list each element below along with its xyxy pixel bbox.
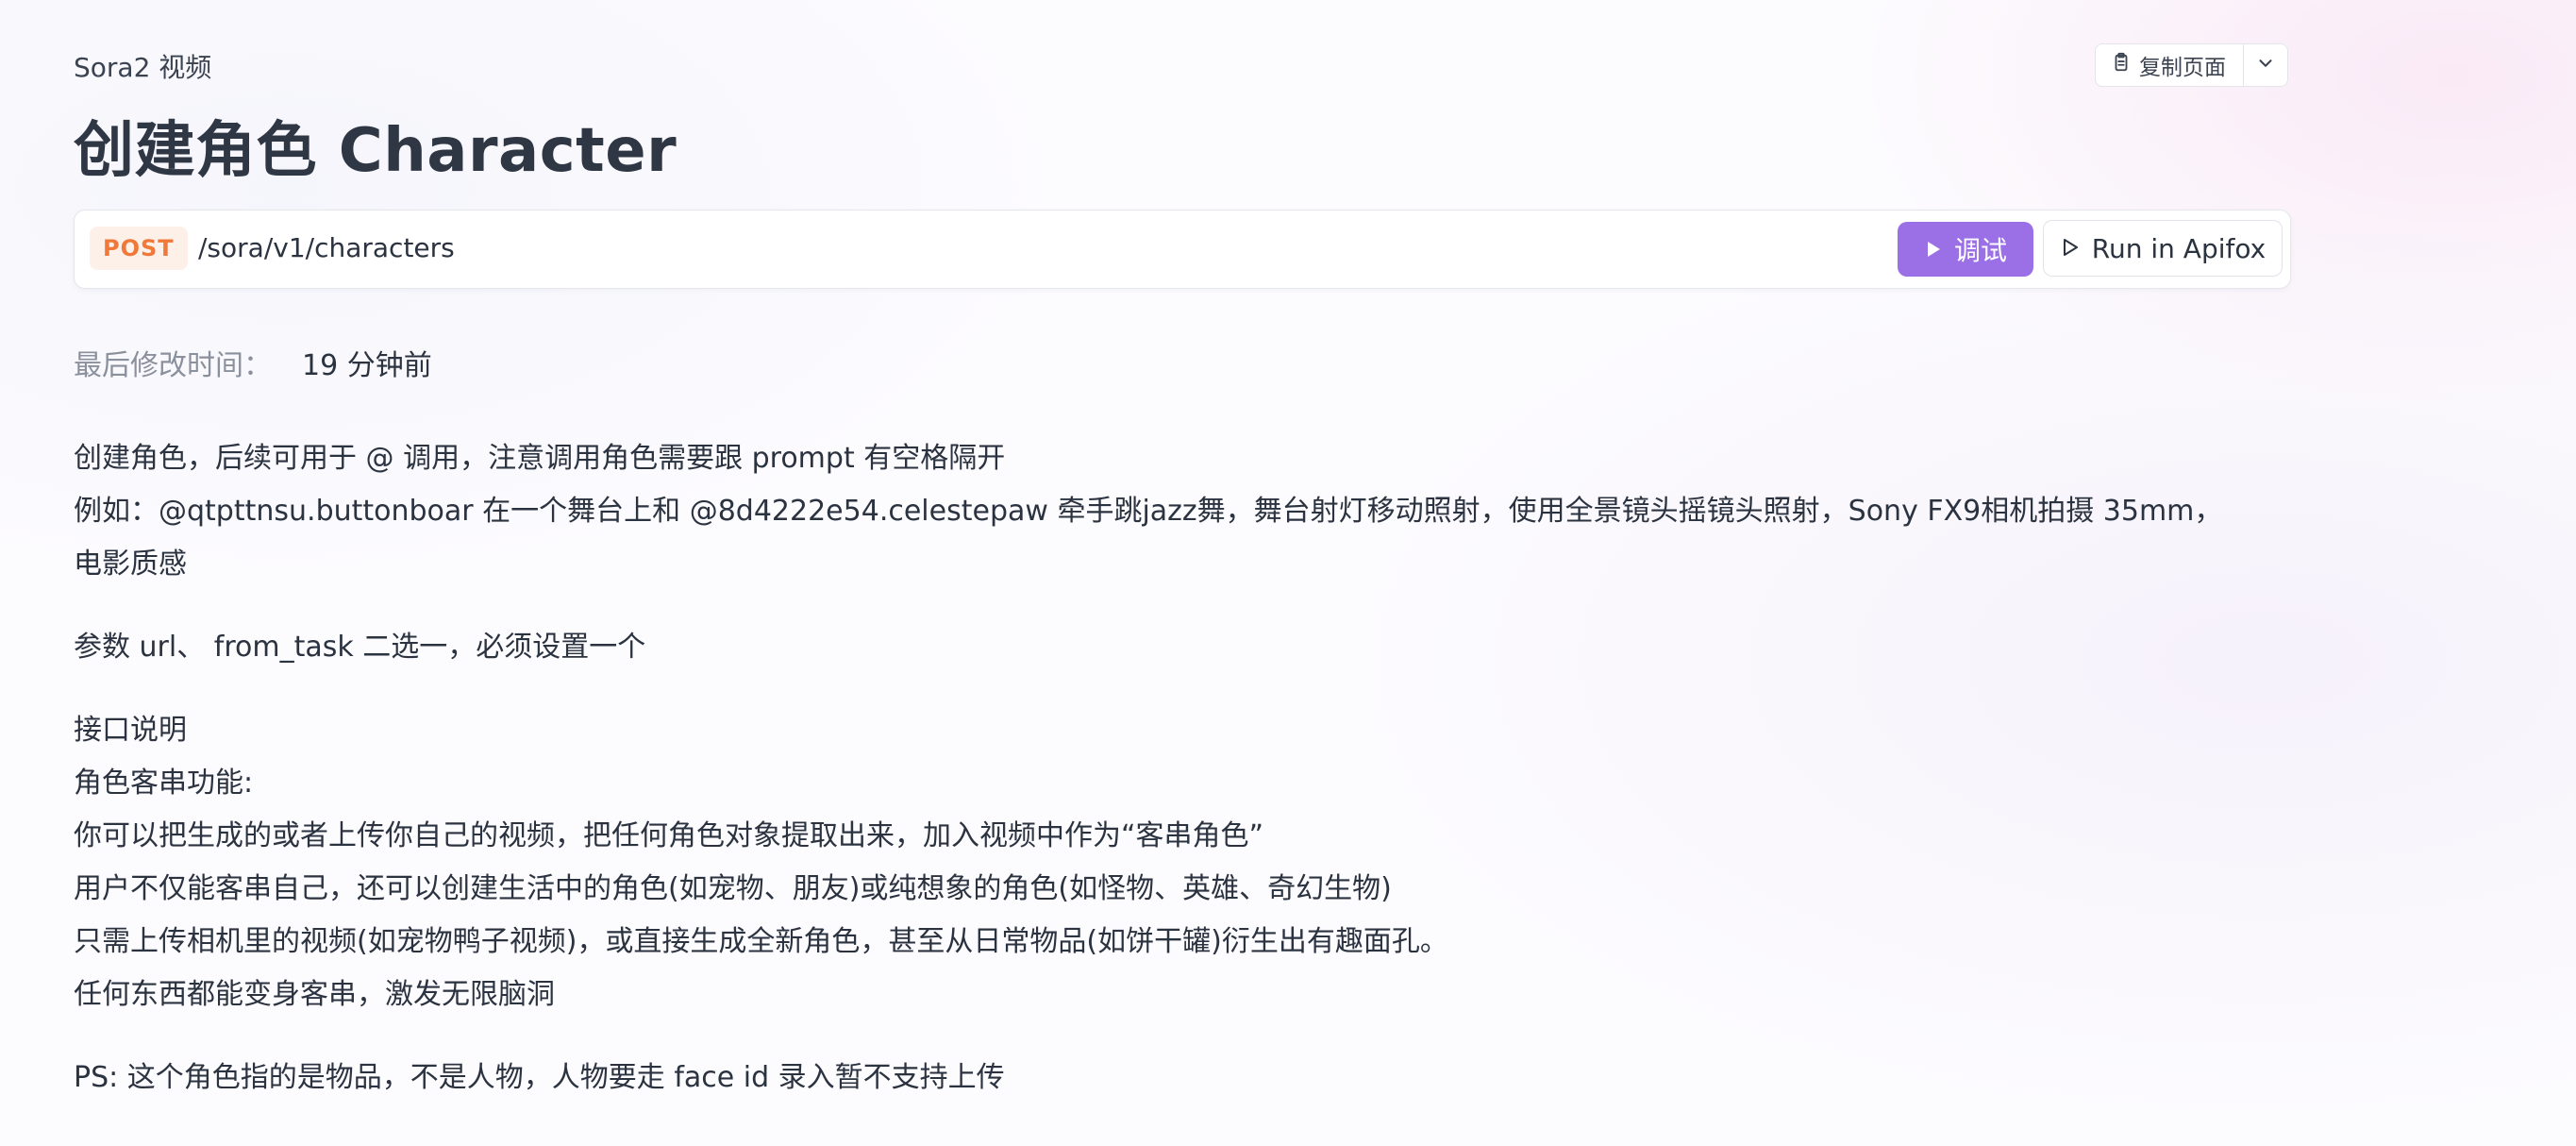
description-line: 你可以把生成的或者上传你自己的视频，把任何角色对象提取出来，加入视频中作为“客串…: [74, 819, 1264, 852]
method-badge: POST: [90, 227, 188, 270]
copy-page-group: 复制页面: [2095, 43, 2288, 87]
last-modified: 最后修改时间： 19 分钟前: [74, 342, 432, 383]
description: 创建角色，后续可用于 @ 调用，注意调用角色需要跟 prompt 有空格隔开 例…: [74, 432, 2300, 1104]
apifox-label: Run in Apifox: [2091, 232, 2267, 264]
debug-label: 调试: [1953, 235, 2007, 266]
description-line: 例如：@qtpttnsu.buttonboar 在一个舞台上和 @8d4222e…: [74, 495, 2223, 528]
run-in-apifox-button[interactable]: Run in Apifox: [2043, 220, 2283, 277]
endpoint-path: /sora/v1/characters: [198, 232, 455, 263]
copy-options-dropdown[interactable]: [2244, 44, 2287, 86]
description-line: 只需上传相机里的视频(如宠物鸭子视频)，或直接生成全新角色，甚至从日常物品(如饼…: [74, 925, 1448, 958]
clipboard-icon: [2111, 52, 2132, 78]
last-modified-label: 最后修改时间：: [74, 349, 272, 382]
endpoint-bar: POST /sora/v1/characters 调试 Run in Apifo…: [74, 210, 2291, 289]
description-line: 参数 url、 from_task 二选一，必须设置一个: [74, 631, 646, 664]
description-line: 电影质感: [74, 548, 187, 581]
description-line: 角色客串功能:: [74, 767, 254, 800]
description-line: 任何东西都能变身客串，激发无限脑洞: [74, 978, 555, 1011]
description-line: 创建角色，后续可用于 @ 调用，注意调用角色需要跟 prompt 有空格隔开: [74, 442, 1006, 475]
breadcrumb[interactable]: Sora2 视频: [74, 47, 211, 85]
description-line: 接口说明: [74, 714, 187, 747]
chevron-down-icon: [2255, 53, 2276, 77]
page-title: 创建角色 Character: [74, 116, 677, 186]
copy-page-label: 复制页面: [2139, 56, 2226, 80]
play-icon: [1924, 234, 1943, 265]
debug-button[interactable]: 调试: [1898, 222, 2033, 277]
description-line: PS: 这个角色指的是物品，不是人物，人物要走 face id 录入暂不支持上传: [74, 1061, 1005, 1094]
description-line: 用户不仅能客串自己，还可以创建生活中的角色(如宠物、朋友)或纯想象的角色(如怪物…: [74, 872, 1392, 905]
last-modified-value: 19 分钟前: [302, 349, 432, 382]
play-outline-icon: [2060, 233, 2081, 264]
copy-page-button[interactable]: 复制页面: [2096, 44, 2244, 86]
